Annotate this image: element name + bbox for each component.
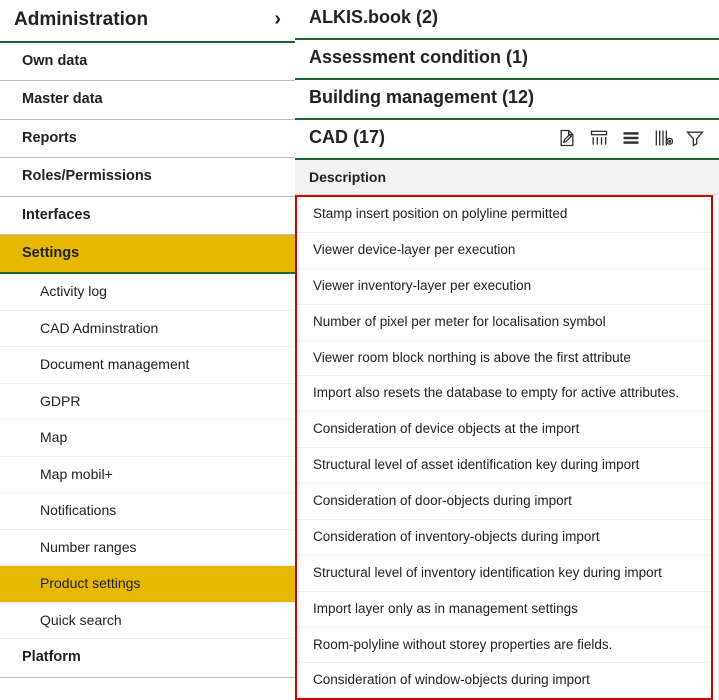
sidebar-item-reports[interactable]: Reports <box>0 120 295 158</box>
filter-icon[interactable] <box>685 128 705 148</box>
section-cad[interactable]: CAD (17) <box>295 120 719 160</box>
chevron-right-icon: › <box>274 8 281 31</box>
sidebar-sub-cad-administration[interactable]: CAD Adminstration <box>0 311 295 348</box>
sidebar-item-own-data[interactable]: Own data <box>0 43 295 81</box>
settings-icon[interactable] <box>653 128 673 148</box>
sidebar-sub-number-ranges[interactable]: Number ranges <box>0 530 295 567</box>
edit-icon[interactable] <box>557 128 577 148</box>
table-row[interactable]: Viewer room block northing is above the … <box>297 341 711 377</box>
table-row[interactable]: Number of pixel per meter for localisati… <box>297 305 711 341</box>
table-row[interactable]: Consideration of inventory-objects durin… <box>297 520 711 556</box>
section-building-management[interactable]: Building management (12) <box>295 80 719 120</box>
table-row[interactable]: Consideration of door-objects during imp… <box>297 484 711 520</box>
table-row[interactable]: Structural level of asset identification… <box>297 448 711 484</box>
description-table: Stamp insert position on polyline permit… <box>295 195 713 700</box>
table-row[interactable]: Consideration of device objects at the i… <box>297 412 711 448</box>
section-toolbar <box>557 128 705 148</box>
table-row[interactable]: Viewer device-layer per execution <box>297 233 711 269</box>
table-row[interactable]: Structural level of inventory identifica… <box>297 556 711 592</box>
sidebar-sub-product-settings[interactable]: Product settings <box>0 566 295 603</box>
table-row[interactable]: Room-polyline without storey properties … <box>297 628 711 664</box>
sidebar-sub-document-management[interactable]: Document management <box>0 347 295 384</box>
sidebar-item-platform[interactable]: Platform <box>0 639 295 677</box>
sidebar-item-master-data[interactable]: Master data <box>0 81 295 119</box>
sidebar: Administration › Own data Master data Re… <box>0 0 295 669</box>
sidebar-item-settings[interactable]: Settings <box>0 235 295 274</box>
sidebar-item-roles-permissions[interactable]: Roles/Permissions <box>0 158 295 196</box>
sidebar-item-interfaces[interactable]: Interfaces <box>0 197 295 235</box>
sidebar-sub-quick-search[interactable]: Quick search <box>0 603 295 640</box>
main-content: ALKIS.book (2) Assessment condition (1) … <box>295 0 719 669</box>
sidebar-sub-map-mobil[interactable]: Map mobil+ <box>0 457 295 494</box>
sidebar-sub-gdpr[interactable]: GDPR <box>0 384 295 421</box>
section-alkis-book[interactable]: ALKIS.book (2) <box>295 0 719 40</box>
sidebar-header[interactable]: Administration › <box>0 0 295 43</box>
sidebar-sub-map[interactable]: Map <box>0 420 295 457</box>
table-row[interactable]: Import also resets the database to empty… <box>297 376 711 412</box>
list-icon[interactable] <box>621 128 641 148</box>
table-row[interactable]: Stamp insert position on polyline permit… <box>297 197 711 233</box>
columns-icon[interactable] <box>589 128 609 148</box>
sidebar-sub-activity-log[interactable]: Activity log <box>0 274 295 311</box>
table-row[interactable]: Viewer inventory-layer per execution <box>297 269 711 305</box>
table-row[interactable]: Import layer only as in management setti… <box>297 592 711 628</box>
section-assessment-condition[interactable]: Assessment condition (1) <box>295 40 719 80</box>
sidebar-sub-notifications[interactable]: Notifications <box>0 493 295 530</box>
sidebar-title: Administration <box>14 9 148 31</box>
description-header: Description <box>295 160 719 195</box>
